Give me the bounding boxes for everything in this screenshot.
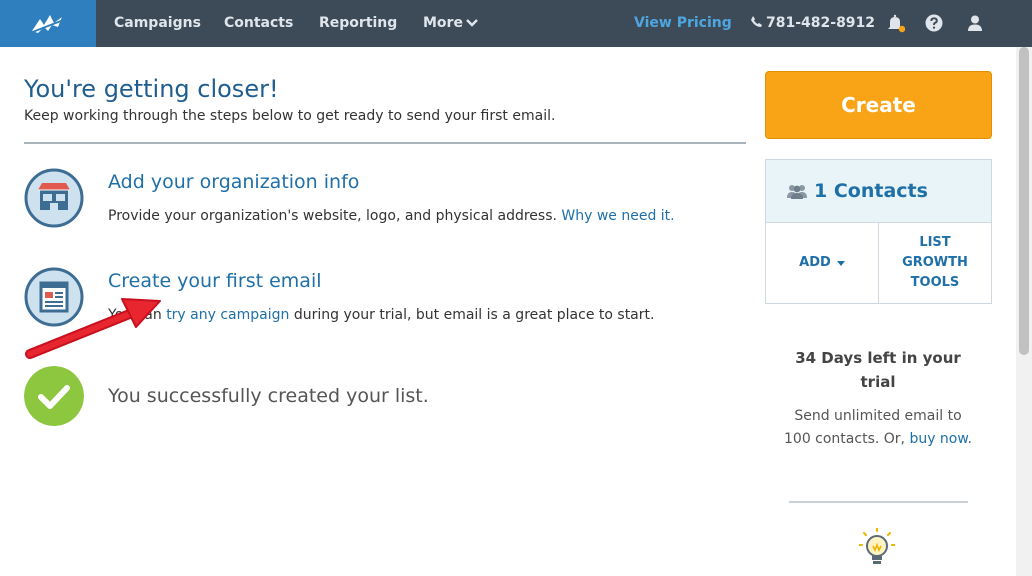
nav-campaigns[interactable]: Campaigns [114,0,201,47]
step-create-email-text-before: You can [108,307,167,323]
step-create-email-text-after: during your trial, but email is a great … [289,307,655,323]
phone-number-text: 781-482-8912 [766,15,876,31]
chevron-down-icon [466,19,478,27]
storefront-icon[interactable] [24,168,84,228]
getting-started-panel: You're getting closer! Keep working thro… [24,70,746,124]
step-organization-info-description: Provide your organization's website, log… [108,208,675,224]
logo-icon [29,14,67,34]
phone-number[interactable]: 781-482-8912 [750,0,875,47]
contacts-group-icon [787,185,807,199]
email-template-icon[interactable] [24,267,84,327]
lightbulb-icon [859,528,895,564]
contacts-widget: 1 Contacts ADD LIST GROWTH TOOLS [765,159,992,304]
create-button[interactable]: Create [765,71,992,139]
help-button[interactable] [923,12,945,34]
notifications-button[interactable] [884,12,906,34]
phone-icon [751,16,762,27]
trial-info: 34 Days left in your trial Send unlimite… [780,346,976,451]
checkmark-circle-icon [24,366,84,426]
trial-description-period: . [967,431,972,447]
step-organization-info-title[interactable]: Add your organization info [108,171,359,193]
contacts-actions: ADD LIST GROWTH TOOLS [766,223,991,303]
nav-reporting[interactable]: Reporting [319,0,397,47]
add-contacts-label: ADD [799,255,831,270]
list-growth-tools-line1: LIST [919,235,951,250]
why-we-need-it-link[interactable]: Why we need it. [561,208,674,224]
list-created-message: You successfully created your list. [108,385,429,407]
step-organization-info-text: Provide your organization's website, log… [108,208,562,224]
trial-days-left: 34 Days left in your trial [780,346,976,394]
nav-more[interactable]: More [423,0,478,47]
step-create-email-description: You can try any campaign during your tri… [108,307,654,323]
step-create-email-title[interactable]: Create your first email [108,270,322,292]
view-pricing-link[interactable]: View Pricing [634,0,732,47]
trial-description: Send unlimited email to 100 contacts. Or… [780,405,976,451]
app-logo[interactable] [0,0,96,47]
page-title: You're getting closer! [24,75,279,103]
contacts-count-text: 1 Contacts [814,180,928,202]
section-divider [24,142,746,144]
trial-days-left-line2: trial [860,373,896,391]
try-any-campaign-link[interactable]: try any campaign [166,307,289,323]
nav-more-label: More [423,15,463,31]
contacts-count-link[interactable]: 1 Contacts [766,160,991,223]
buy-now-link[interactable]: buy now [909,431,967,447]
user-icon [968,15,982,31]
help-icon [925,14,943,32]
nav-contacts[interactable]: Contacts [224,0,293,47]
list-growth-tools-line2: GROWTH [902,255,968,270]
page-subtitle: Keep working through the steps below to … [24,108,556,124]
vertical-scrollbar[interactable] [1016,47,1032,576]
top-navigation-bar: Campaigns Contacts Reporting More View P… [0,0,1032,47]
bell-icon [888,14,905,33]
scrollbar-thumb[interactable] [1019,47,1029,355]
user-account-button[interactable] [964,12,986,34]
list-growth-tools-line3: TOOLS [910,275,960,290]
trial-divider [789,501,968,503]
add-contacts-dropdown[interactable]: ADD [766,223,878,303]
caret-down-icon [836,260,845,266]
trial-days-left-line1: 34 Days left in your [795,349,961,367]
list-growth-tools-link[interactable]: LIST GROWTH TOOLS [878,223,991,303]
